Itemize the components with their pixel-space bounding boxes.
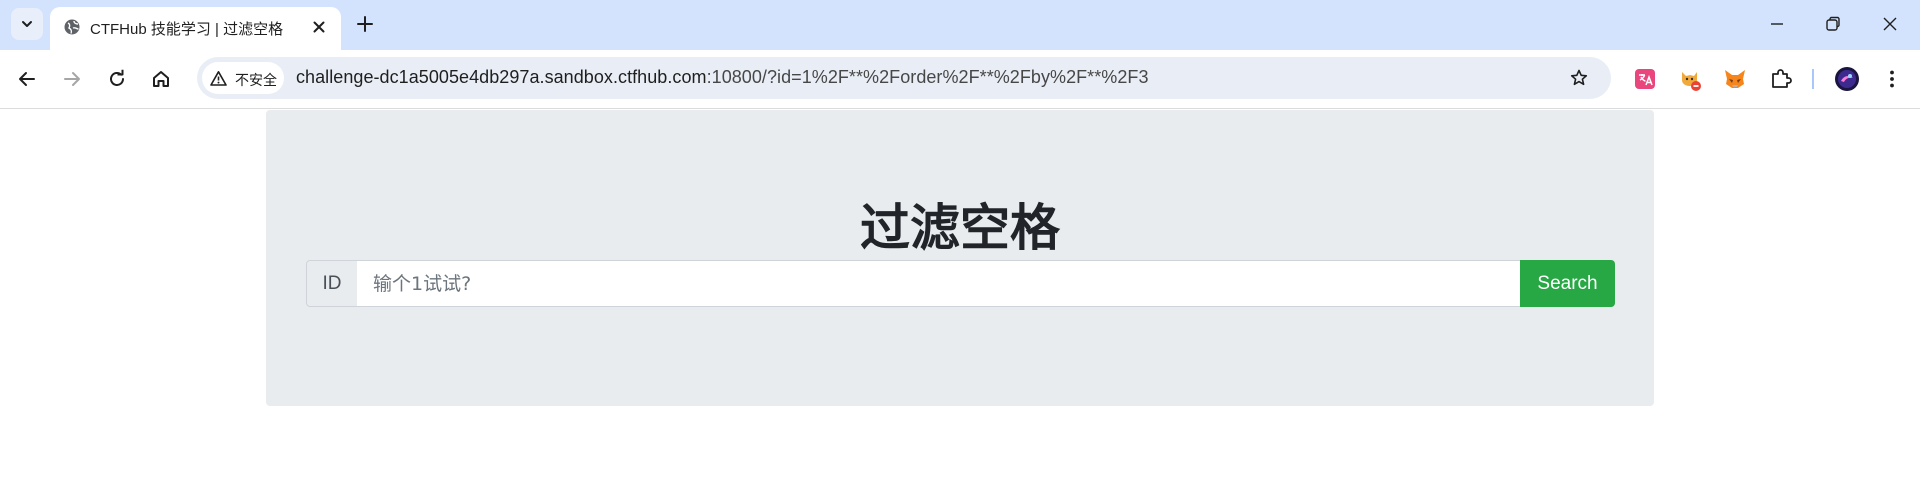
- reload-icon[interactable]: [106, 68, 128, 90]
- page-heading: 过滤空格: [860, 199, 1060, 257]
- puzzle-icon[interactable]: [1768, 66, 1794, 92]
- fox-extension-icon[interactable]: [1722, 66, 1748, 92]
- tab-search-button[interactable]: [11, 8, 43, 40]
- search-form: ID Search: [306, 260, 1615, 307]
- back-icon[interactable]: [16, 68, 38, 90]
- security-chip[interactable]: 不安全: [202, 62, 284, 94]
- id-addon-label: ID: [306, 260, 358, 307]
- browser-tab-active[interactable]: CTFHub 技能学习 | 过滤空格: [50, 7, 341, 50]
- url-path: :10800/?id=1%2F**%2Forder%2F**%2Fby%2F**…: [706, 67, 1149, 87]
- cat-extension-icon[interactable]: [1677, 66, 1703, 92]
- plus-icon[interactable]: [355, 14, 375, 34]
- translate-extension-icon[interactable]: [1632, 66, 1658, 92]
- security-label: 不安全: [235, 72, 277, 88]
- forward-icon[interactable]: [61, 68, 83, 90]
- toolbar-divider: [1812, 69, 1814, 89]
- tab-strip: CTFHub 技能学习 | 过滤空格: [0, 0, 1920, 50]
- id-input[interactable]: [357, 260, 1521, 307]
- url-host: challenge-dc1a5005e4db297a.sandbox.ctfhu…: [296, 67, 707, 87]
- menu-icon[interactable]: [1879, 66, 1905, 92]
- browser-toolbar: 不安全 challenge-dc1a5005e4db297a.sandbox.c…: [0, 50, 1920, 109]
- warning-icon: [210, 71, 227, 86]
- minimize-icon[interactable]: [1767, 14, 1787, 34]
- jumbotron: 过滤空格 ID Search: [266, 110, 1654, 406]
- chevron-down-icon: [22, 21, 32, 27]
- bookmark-star-icon[interactable]: [1569, 68, 1589, 88]
- address-bar[interactable]: 不安全 challenge-dc1a5005e4db297a.sandbox.c…: [197, 57, 1611, 99]
- window-close-icon[interactable]: [1880, 14, 1900, 34]
- tab-title: CTFHub 技能学习 | 过滤空格: [90, 21, 284, 38]
- profile-avatar[interactable]: [1834, 66, 1860, 92]
- search-button[interactable]: Search: [1520, 260, 1615, 307]
- home-icon[interactable]: [150, 68, 172, 90]
- url-text[interactable]: challenge-dc1a5005e4db297a.sandbox.ctfhu…: [296, 67, 1149, 88]
- close-icon[interactable]: [309, 17, 329, 37]
- globe-icon: [64, 19, 80, 35]
- restore-icon[interactable]: [1823, 14, 1843, 34]
